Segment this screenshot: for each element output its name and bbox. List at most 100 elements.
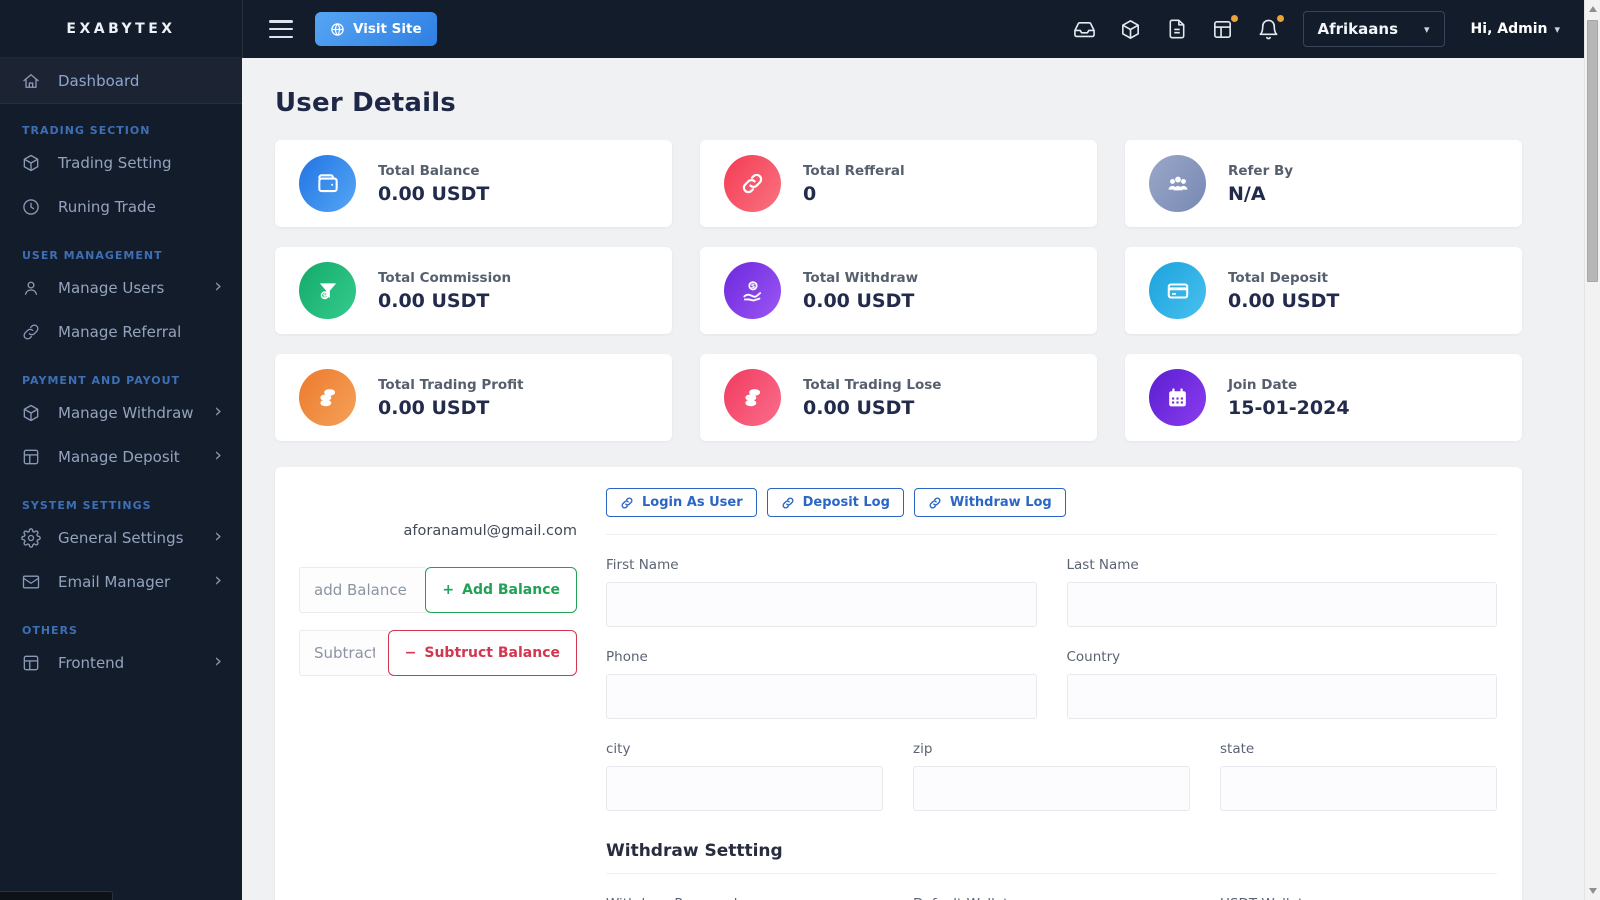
link-icon (620, 496, 634, 510)
scrollbar-down-arrow[interactable] (1589, 888, 1597, 894)
chevron-down-icon: ▾ (1424, 22, 1430, 36)
sidebar: EXABYTEX Dashboard TRADING SECTION Tradi… (0, 0, 242, 900)
chevron-right-icon: › (214, 444, 222, 466)
sidebar-item-dashboard[interactable]: Dashboard (0, 58, 242, 104)
visit-site-button[interactable]: Visit Site (315, 12, 437, 46)
withdraw-log-button[interactable]: Withdraw Log (913, 488, 1066, 517)
phone-label: Phone (606, 649, 648, 665)
stat-value: 0 (803, 182, 817, 205)
sidebar-item-runing-trade[interactable]: Runing Trade (0, 185, 242, 229)
user-detail-card: aforanamul@gmail.com + Add Balance − Sub… (275, 467, 1522, 900)
inbox-button[interactable] (1073, 17, 1097, 41)
zip-field[interactable] (913, 766, 1190, 811)
stat-label: Total Trading Lose (803, 376, 942, 393)
sidebar-item-label: Manage Withdraw (58, 404, 194, 422)
add-balance-input[interactable] (299, 567, 428, 613)
stat-label: Join Date (1228, 376, 1298, 393)
page-title: User Details (275, 88, 456, 118)
user-icon (20, 277, 42, 299)
stat-cards-grid: Total Balance 0.00 USDT Total Refferal 0… (275, 140, 1522, 441)
sidebar-item-manage-deposit[interactable]: Manage Deposit › (0, 435, 242, 479)
document-button[interactable] (1165, 17, 1189, 41)
users-icon (1149, 155, 1206, 212)
notifications-button[interactable] (1257, 15, 1284, 41)
stat-card-total-trading-lose: Total Trading Lose 0.00 USDT (700, 354, 1097, 441)
main-content: User Details Total Balance 0.00 USDT Tot… (242, 58, 1584, 900)
withdraw-setting-title: Withdraw Settting (606, 841, 1497, 874)
scrollbar-up-arrow[interactable] (1589, 6, 1597, 12)
hand-dollar-icon: $ (724, 262, 781, 319)
home-icon (20, 70, 42, 92)
chevron-right-icon: › (214, 400, 222, 422)
first-name-label: First Name (606, 557, 679, 573)
box-icon (20, 152, 42, 174)
menu-toggle-button[interactable] (269, 20, 293, 38)
scrollbar-thumb[interactable] (1587, 20, 1598, 282)
subtract-balance-button[interactable]: − Subtruct Balance (387, 630, 577, 676)
stat-card-total-withdraw: $ Total Withdraw 0.00 USDT (700, 247, 1097, 334)
sidebar-item-general-settings[interactable]: General Settings › (0, 516, 242, 560)
stat-label: Total Withdraw (803, 269, 919, 286)
city-field[interactable] (606, 766, 883, 811)
language-select[interactable]: Afrikaans ▾ (1302, 11, 1445, 47)
subtract-balance-input[interactable] (299, 630, 390, 676)
login-as-user-button[interactable]: Login As User (606, 488, 757, 517)
table-shortcut-button[interactable] (1211, 15, 1238, 41)
stat-value: 15-01-2024 (1228, 396, 1350, 419)
sidebar-item-label: Trading Setting (58, 154, 172, 172)
last-name-label: Last Name (1066, 557, 1139, 573)
sidebar-item-frontend[interactable]: Frontend › (0, 641, 242, 685)
sidebar-item-manage-withdraw[interactable]: Manage Withdraw › (0, 391, 242, 435)
phone-field[interactable] (606, 674, 1037, 719)
sidebar-group-title: USER MANAGEMENT (22, 249, 163, 262)
last-name-field[interactable] (1066, 582, 1497, 627)
chevron-right-icon: › (214, 275, 222, 297)
city-label: city (606, 741, 631, 757)
sidebar-item-label: Frontend (58, 654, 125, 672)
stat-value: N/A (1228, 182, 1266, 205)
sidebar-group-title: OTHERS (22, 624, 78, 637)
withdraw-password-label: Withdraw Password (606, 896, 883, 900)
sidebar-item-label: Manage Referral (58, 323, 182, 341)
deposit-log-label: Deposit Log (802, 495, 890, 510)
add-balance-button[interactable]: + Add Balance (425, 567, 577, 613)
subtract-balance-label: Subtruct Balance (424, 645, 560, 661)
stat-card-refer-by: Refer By N/A (1125, 140, 1522, 227)
sidebar-item-label: Email Manager (58, 573, 171, 591)
chevron-down-icon: ▾ (1554, 22, 1560, 36)
wallet-icon (299, 155, 356, 212)
stat-value: 0.00 USDT (378, 289, 490, 312)
state-field[interactable] (1220, 766, 1497, 811)
usdt-wallet-label: USDT Wallet (1220, 896, 1497, 900)
sidebar-item-label: Runing Trade (58, 198, 156, 216)
stat-label: Total Deposit (1228, 269, 1328, 286)
stat-card-total-deposit: Total Deposit 0.00 USDT (1125, 247, 1522, 334)
sidebar-item-email-manager[interactable]: Email Manager › (0, 560, 242, 604)
stat-label: Total Refferal (803, 162, 905, 179)
scrollbar[interactable] (1584, 0, 1600, 900)
chevron-right-icon: › (214, 569, 222, 591)
app-logo: EXABYTEX (0, 0, 242, 58)
language-value: Afrikaans (1317, 20, 1399, 38)
sidebar-item-trading-setting[interactable]: Trading Setting (0, 141, 242, 185)
sidebar-item-manage-users[interactable]: Manage Users › (0, 266, 242, 310)
sidebar-item-manage-referral[interactable]: Manage Referral (0, 310, 242, 354)
globe-icon (330, 22, 345, 37)
topbar: Visit Site Afrikaans ▾ Hi, Admin ▾ (242, 0, 1584, 58)
add-balance-label: Add Balance (462, 582, 560, 598)
package-button[interactable] (1119, 17, 1143, 41)
admin-menu[interactable]: Hi, Admin ▾ (1471, 21, 1560, 37)
default-wallet-label: Default Wallet (913, 896, 1190, 900)
notification-dot (1230, 15, 1238, 22)
country-field[interactable] (1066, 674, 1497, 719)
stat-card-total-refferal: Total Refferal 0 (700, 140, 1097, 227)
inbox-icon (1073, 18, 1096, 41)
phone-country-row: Phone Country (606, 627, 1497, 719)
stat-label: Refer By (1228, 162, 1294, 179)
table-icon (20, 652, 42, 674)
first-name-field[interactable] (606, 582, 1037, 627)
bell-icon (1257, 18, 1280, 41)
notification-dot (1276, 15, 1284, 22)
stat-label: Total Balance (378, 162, 480, 179)
deposit-log-button[interactable]: Deposit Log (766, 488, 904, 517)
